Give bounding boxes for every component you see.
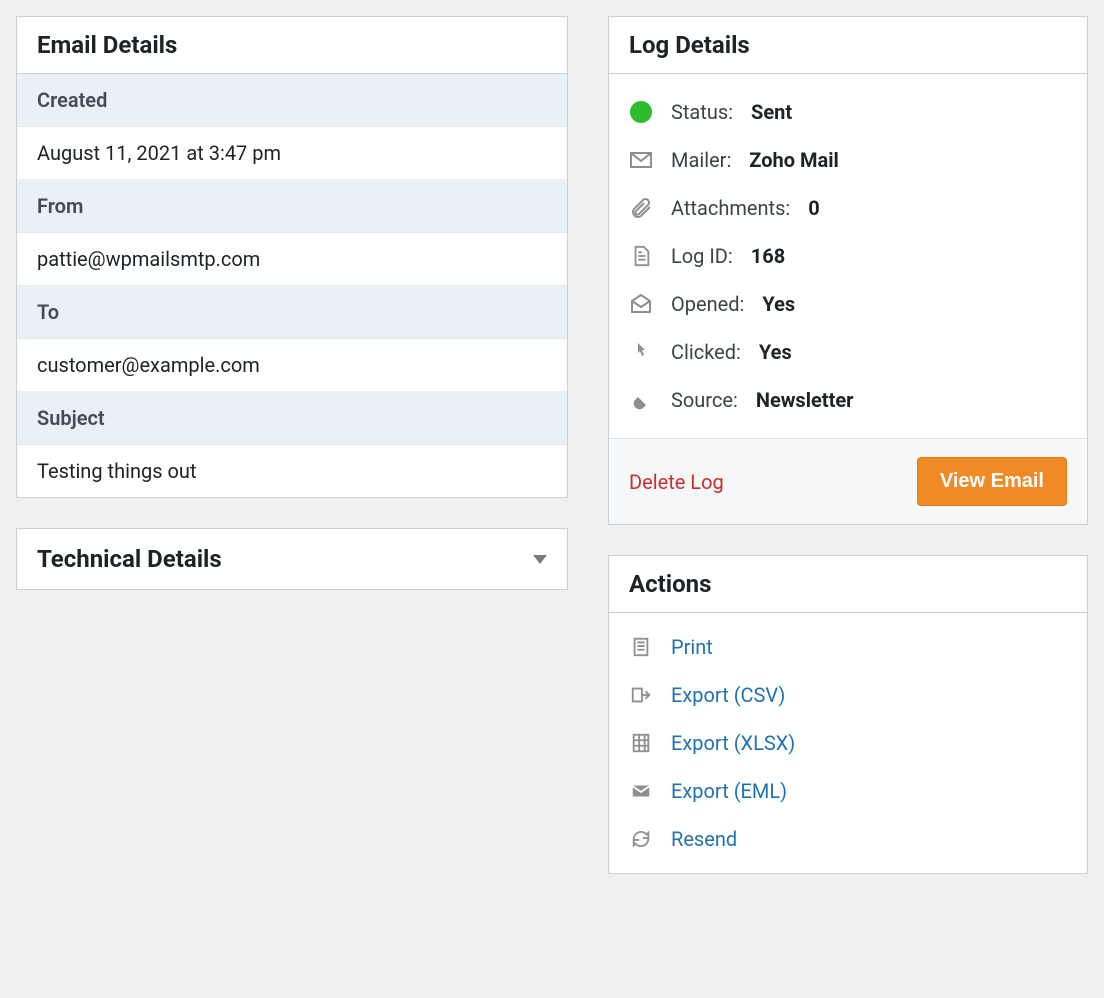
subject-value: Testing things out [17, 445, 567, 497]
action-export-eml[interactable]: Export (EML) [629, 767, 1067, 815]
action-export-xlsx[interactable]: Export (XLSX) [629, 719, 1067, 767]
logid-row: Log ID: 168 [629, 232, 1067, 280]
pointer-icon [629, 340, 653, 364]
open-envelope-icon [629, 292, 653, 316]
action-export-csv[interactable]: Export (CSV) [629, 671, 1067, 719]
technical-details-toggle[interactable]: Technical Details [16, 528, 568, 590]
opened-label: Opened: [671, 292, 744, 316]
logid-label: Log ID: [671, 244, 733, 268]
email-details-panel: Email Details Created August 11, 2021 at… [16, 16, 568, 498]
view-email-button[interactable]: View Email [917, 457, 1067, 506]
export-xlsx-link[interactable]: Export (XLSX) [671, 731, 795, 755]
technical-details-title: Technical Details [37, 545, 222, 573]
mailer-row: Mailer: Zoho Mail [629, 136, 1067, 184]
subject-label: Subject [17, 392, 567, 445]
actions-panel: Actions Print Export (CSV) [608, 555, 1088, 874]
status-label: Status: [671, 100, 733, 124]
logid-value: 168 [751, 244, 785, 268]
print-link[interactable]: Print [671, 635, 713, 659]
status-value: Sent [751, 100, 792, 124]
clicked-label: Clicked: [671, 340, 741, 364]
status-row: Status: Sent [629, 88, 1067, 136]
export-eml-link[interactable]: Export (EML) [671, 779, 787, 803]
document-icon [629, 244, 653, 268]
mailer-value: Zoho Mail [749, 148, 838, 172]
to-label: To [17, 286, 567, 339]
mailer-label: Mailer: [671, 148, 731, 172]
email-details-title: Email Details [17, 17, 567, 74]
attachments-label: Attachments: [671, 196, 790, 220]
export-icon [629, 683, 653, 707]
log-details-title: Log Details [609, 17, 1087, 74]
opened-row: Opened: Yes [629, 280, 1067, 328]
clicked-value: Yes [759, 340, 792, 364]
plug-icon [629, 388, 653, 412]
mail-icon [629, 779, 653, 803]
created-value: August 11, 2021 at 3:47 pm [17, 127, 567, 180]
status-dot-icon [629, 100, 653, 124]
spreadsheet-icon [629, 731, 653, 755]
action-print[interactable]: Print [629, 623, 1067, 671]
delete-log-link[interactable]: Delete Log [629, 470, 724, 494]
from-value: pattie@wpmailsmtp.com [17, 233, 567, 286]
log-details-panel: Log Details Status: Sent Mailer: Zoho Ma… [608, 16, 1088, 525]
attachments-value: 0 [808, 196, 819, 220]
attachments-row: Attachments: 0 [629, 184, 1067, 232]
from-label: From [17, 180, 567, 233]
clicked-row: Clicked: Yes [629, 328, 1067, 376]
source-row: Source: Newsletter [629, 376, 1067, 424]
print-icon [629, 635, 653, 659]
export-csv-link[interactable]: Export (CSV) [671, 683, 785, 707]
envelope-icon [629, 148, 653, 172]
to-value: customer@example.com [17, 339, 567, 392]
action-resend[interactable]: Resend [629, 815, 1067, 863]
opened-value: Yes [762, 292, 795, 316]
refresh-icon [629, 827, 653, 851]
source-value: Newsletter [756, 388, 854, 412]
created-label: Created [17, 74, 567, 127]
resend-link[interactable]: Resend [671, 827, 737, 851]
source-label: Source: [671, 388, 738, 412]
chevron-down-icon [533, 555, 547, 564]
actions-title: Actions [609, 556, 1087, 613]
paperclip-icon [629, 196, 653, 220]
